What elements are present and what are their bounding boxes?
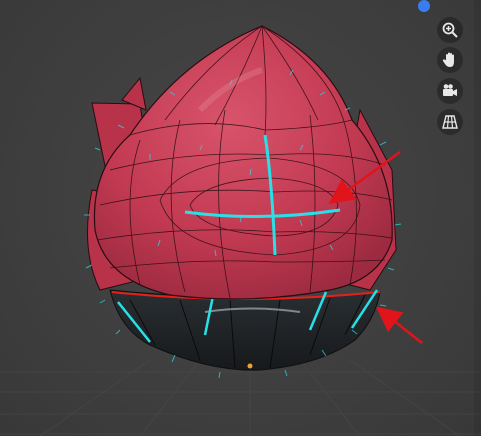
3d-viewport[interactable] (0, 0, 481, 436)
zoom-button[interactable] (437, 17, 463, 43)
mesh-base (109, 289, 381, 371)
pan-button[interactable] (437, 47, 463, 73)
hand-pan-icon (442, 52, 454, 67)
grid-icon (442, 115, 458, 129)
zoom-icon (442, 22, 458, 38)
navigation-gizmo-axis[interactable] (418, 0, 430, 12)
perspective-toggle-button[interactable] (437, 109, 463, 135)
annotation-arrow-lower (376, 306, 423, 344)
floor-grid (0, 359, 481, 436)
camera-icon (443, 84, 457, 96)
viewport-region-edge (474, 0, 481, 436)
camera-view-button[interactable] (437, 78, 463, 104)
viewport-scene (0, 25, 481, 436)
